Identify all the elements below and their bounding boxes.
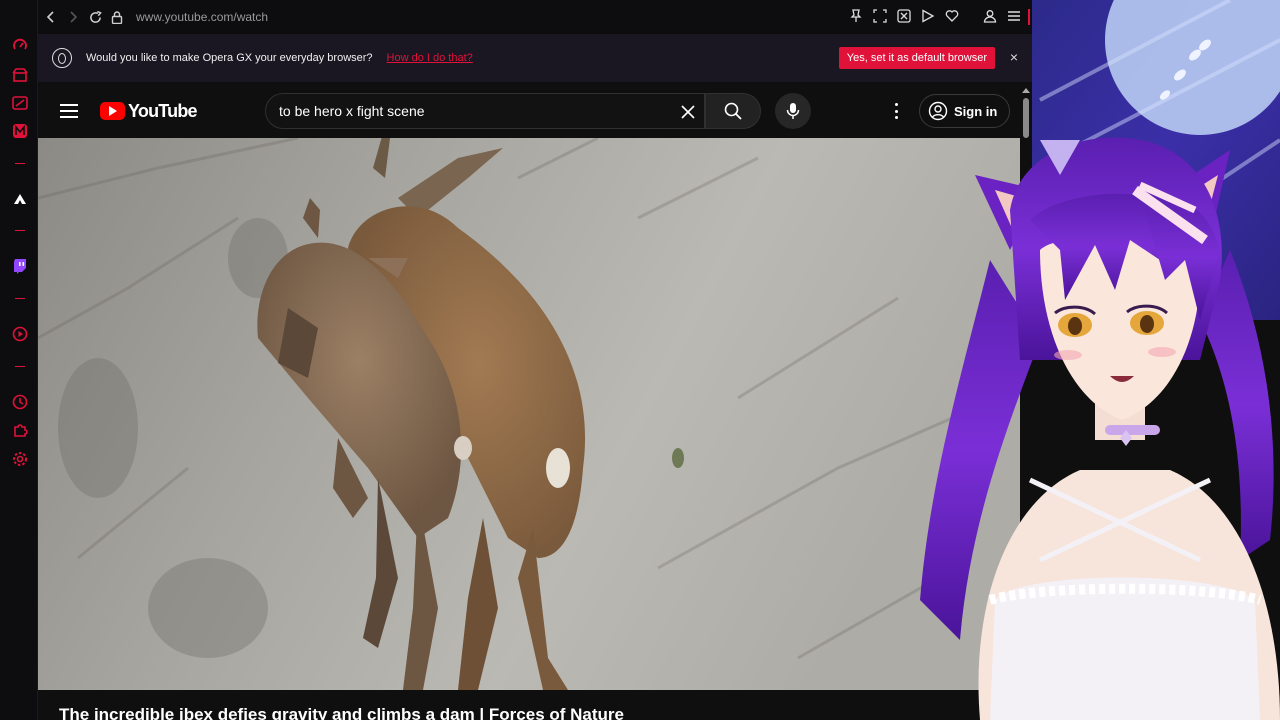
sidebar-divider: [15, 298, 25, 299]
history-icon[interactable]: [12, 394, 28, 410]
microphone-icon: [786, 103, 800, 119]
video-frame: [38, 138, 1020, 690]
voice-search-button[interactable]: [775, 93, 811, 129]
youtube-header: YouTube Sign in: [38, 84, 1020, 138]
default-browser-banner: Would you like to make Opera GX your eve…: [38, 34, 1032, 82]
clear-search-icon[interactable]: [676, 100, 700, 124]
sidebar-divider: [15, 163, 25, 164]
browser-toolbar: www.youtube.com/watch: [38, 0, 1032, 34]
youtube-logo-text: YouTube: [128, 100, 198, 121]
lock-icon[interactable]: [106, 6, 128, 28]
back-arrow-icon[interactable]: [40, 6, 62, 28]
youtube-play-icon: [100, 102, 125, 120]
speed-dial-icon[interactable]: [12, 38, 28, 54]
hamburger-menu-icon[interactable]: [60, 104, 78, 118]
video-info: The incredible ibex defies gravity and c…: [38, 690, 1020, 720]
banner-message: Would you like to make Opera GX your eve…: [86, 52, 373, 64]
video-title: The incredible ibex defies gravity and c…: [59, 705, 624, 720]
extensions-icon[interactable]: [12, 422, 28, 438]
bookmark-icon[interactable]: [12, 191, 28, 207]
news-icon[interactable]: [12, 95, 28, 111]
forward-arrow-icon[interactable]: [62, 6, 84, 28]
search-box: [265, 93, 705, 129]
banner-help-link[interactable]: How do I do that?: [387, 52, 473, 64]
address-bar[interactable]: www.youtube.com/watch: [136, 10, 268, 24]
opera-logo-icon: [52, 48, 72, 68]
snapshot-icon[interactable]: [872, 8, 888, 24]
search-icon: [724, 102, 742, 120]
vtuber-avatar-illustration: [920, 0, 1280, 720]
settings-icon[interactable]: [12, 451, 28, 467]
search-button[interactable]: [705, 93, 761, 129]
screen: www.youtube.com/watch Would you like to …: [0, 0, 1280, 720]
mail-icon[interactable]: [12, 123, 28, 139]
twitch-icon[interactable]: [12, 258, 28, 274]
shop-icon[interactable]: [12, 67, 28, 83]
reload-icon[interactable]: [84, 6, 106, 28]
player-icon[interactable]: [12, 326, 28, 342]
sidebar-divider: [15, 366, 25, 367]
youtube-logo[interactable]: YouTube: [100, 100, 198, 122]
sidebar-divider: [15, 230, 25, 231]
pin-icon[interactable]: [848, 8, 864, 24]
search-input[interactable]: [279, 103, 659, 119]
vtuber-avatar-overlay: [900, 0, 1280, 720]
video-player[interactable]: [38, 138, 1020, 690]
opera-sidebar: [0, 0, 38, 720]
